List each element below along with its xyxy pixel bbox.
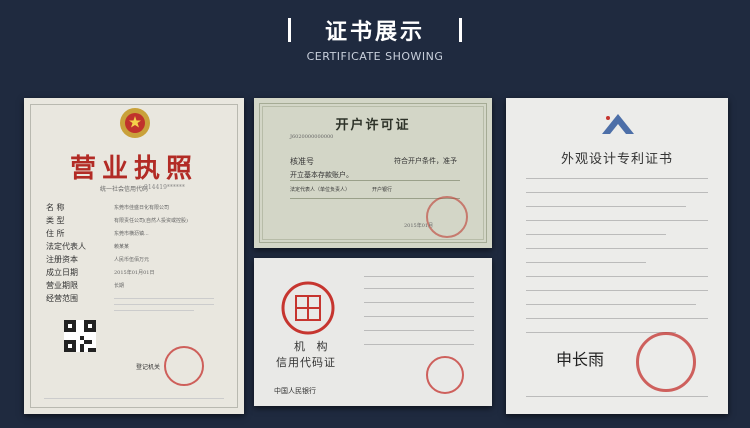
account-permit-certificate: 开户许可证 J6020000000000 核准号 符合开户条件，准予 开立基本存… [254, 98, 492, 248]
org-footer: 中国人民银行 [274, 387, 316, 395]
field-label: 法定代表人 [46, 242, 86, 251]
field-value: 赖某某 [114, 244, 130, 250]
field-value: 2015年01月01日 [114, 270, 155, 276]
section-header: 证书展示 CERTIFICATE SHOWING [0, 0, 750, 80]
patent-title: 外观设计专利证书 [560, 152, 673, 167]
field-label: 成立日期 [46, 268, 78, 277]
registration-authority: 登记机关 [136, 364, 161, 371]
section-subtitle: CERTIFICATE SHOWING [306, 50, 444, 63]
field-value: 长期 [114, 283, 125, 289]
patent-certificate: 外观设计专利证书 申长雨 [506, 98, 728, 414]
credit-code-value: 914419****** [144, 184, 185, 191]
license-title: 营业执照 [69, 154, 198, 184]
org-title-1: 机 构 [294, 340, 332, 353]
field-label: 营业期限 [46, 281, 78, 290]
org-logo-icon [281, 281, 335, 335]
national-emblem-icon [120, 108, 150, 138]
field-value: 人民币伍佰万元 [114, 257, 150, 263]
bank-seal-icon [426, 196, 468, 238]
patent-office-logo-icon [602, 114, 634, 134]
approval-label: 核准号 [290, 157, 314, 166]
org-title-2: 信用代码证 [276, 356, 336, 369]
official-seal-icon [164, 346, 204, 386]
field-label: 经营范围 [46, 294, 78, 303]
permit-date: 2015年01月 [404, 223, 434, 229]
field-value: 东莞市佳盛日化有限公司 [114, 205, 170, 211]
permit-number: J6020000000000 [290, 134, 334, 140]
patent-signature: 申长雨 [556, 350, 605, 369]
permit-title: 开户许可证 [335, 118, 411, 133]
field-value: 有限责任公司(自然人投资或控股) [114, 218, 188, 224]
org-seal-icon [426, 356, 464, 394]
permit-text-2: 开立基本存款账户。 [290, 171, 353, 179]
rep-label: 法定代表人（单位负责人） [290, 187, 351, 193]
field-label: 住 所 [46, 229, 65, 238]
org-code-certificate: 机 构 信用代码证 中国人民银行 [254, 258, 492, 406]
permit-text-1: 符合开户条件，准予 [394, 157, 457, 165]
field-label: 名 称 [46, 203, 65, 212]
section-title: 证书展示 [324, 20, 425, 45]
credit-code-label: 统一社会信用代码 [100, 186, 149, 193]
field-label: 注册资本 [46, 255, 78, 264]
field-label: 类 型 [46, 216, 65, 225]
bank-label: 开户银行 [372, 187, 393, 193]
field-value: 东莞市横沥镇... [114, 231, 149, 237]
right-divider [459, 18, 462, 42]
patent-seal-icon [636, 332, 696, 392]
business-license-certificate: 营业执照 统一社会信用代码 914419****** 名 称 东莞市佳盛日化有限… [24, 98, 244, 414]
qr-code-icon [64, 320, 96, 352]
